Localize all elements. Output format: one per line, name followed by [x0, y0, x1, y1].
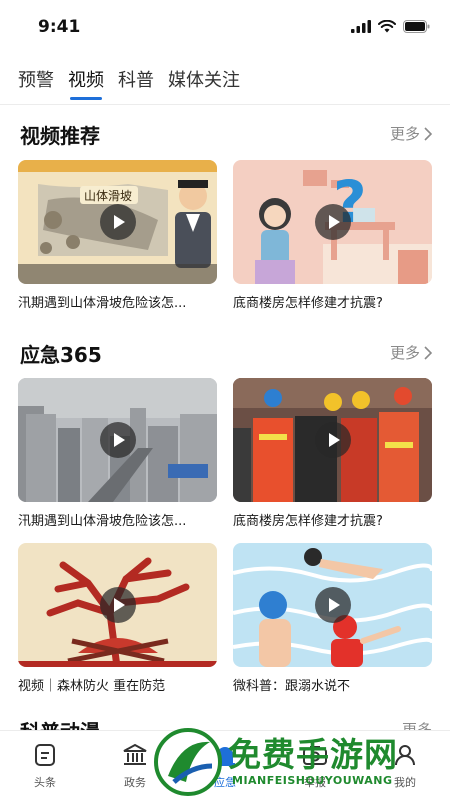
section-title: 应急365 — [20, 343, 102, 367]
nav-item-headlines[interactable]: 头条 — [10, 731, 80, 800]
nav-label: 政务 — [124, 776, 146, 789]
play-icon[interactable] — [315, 587, 351, 623]
watermark-logo-icon — [154, 728, 222, 796]
document-icon — [31, 741, 59, 769]
video-card[interactable]: 底商楼房怎样修建才抗震? — [233, 378, 432, 529]
video-card[interactable]: 微科普：跟溺水说不 — [233, 543, 432, 694]
video-title: 底商楼房怎样修建才抗震? — [233, 296, 383, 311]
play-icon[interactable] — [100, 587, 136, 623]
video-title: 微科普：跟溺水说不 — [233, 679, 351, 694]
watermark-subtitle: MIANFEISHOUYOUWANG — [232, 774, 393, 787]
play-icon[interactable] — [315, 204, 351, 240]
tab-video[interactable]: 视频 — [68, 64, 104, 100]
section-title: 视频推荐 — [20, 124, 100, 148]
watermark: 免费手游网 MIANFEISHOUYOUWANG — [152, 724, 448, 800]
video-title: 视频｜森林防火 重在防范 — [18, 679, 166, 694]
video-title: 汛期遇到山体滑坡危险该怎... — [18, 514, 187, 529]
more-button[interactable]: 更多 — [390, 342, 432, 363]
video-thumbnail[interactable]: 山体滑坡 — [18, 160, 217, 284]
more-label: 更多 — [389, 125, 420, 143]
signal-icon — [351, 20, 371, 33]
play-icon[interactable] — [315, 422, 351, 458]
video-title: 底商楼房怎样修建才抗震? — [233, 514, 383, 529]
video-thumbnail[interactable] — [18, 543, 217, 667]
video-card[interactable]: 汛期遇到山体滑坡危险该怎... — [18, 378, 217, 529]
more-button[interactable]: 更多 — [390, 123, 432, 144]
top-tabs: 预警 视频 科普 媒体关注 — [0, 64, 450, 104]
chevron-right-icon — [424, 345, 432, 360]
section-header-recommend: 视频推荐 更多 — [18, 120, 432, 150]
play-icon[interactable] — [100, 422, 136, 458]
battery-icon — [403, 20, 430, 33]
status-bar: 9:41 — [0, 0, 450, 52]
government-building-icon — [121, 741, 149, 769]
tab-media[interactable]: 媒体关注 — [168, 64, 240, 100]
section-header-emergency365: 应急365 更多 — [18, 339, 432, 369]
nav-label: 头条 — [34, 776, 56, 789]
video-thumbnail[interactable] — [233, 543, 432, 667]
video-card[interactable]: ? 底商楼房怎样修建才抗震? — [233, 160, 432, 311]
video-card[interactable]: 视频｜森林防火 重在防范 — [18, 543, 217, 694]
wifi-icon — [378, 20, 396, 33]
video-thumbnail[interactable]: ? — [233, 160, 432, 284]
chevron-right-icon — [424, 126, 432, 141]
play-icon[interactable] — [100, 204, 136, 240]
video-thumbnail[interactable] — [18, 378, 217, 502]
tab-science[interactable]: 科普 — [118, 64, 154, 100]
more-label: 更多 — [389, 344, 420, 362]
video-title: 汛期遇到山体滑坡危险该怎... — [18, 296, 187, 311]
status-time: 9:41 — [38, 17, 81, 37]
tab-warning[interactable]: 预警 — [18, 64, 54, 100]
video-thumbnail[interactable] — [233, 378, 432, 502]
status-icons — [351, 20, 430, 33]
watermark-title: 免费手游网 — [228, 735, 398, 774]
video-card[interactable]: 山体滑坡 汛期遇到山体滑坡危险该怎... — [18, 160, 217, 311]
thumbnail-caption: 山体滑坡 — [84, 189, 133, 203]
tabs-divider — [0, 104, 450, 105]
